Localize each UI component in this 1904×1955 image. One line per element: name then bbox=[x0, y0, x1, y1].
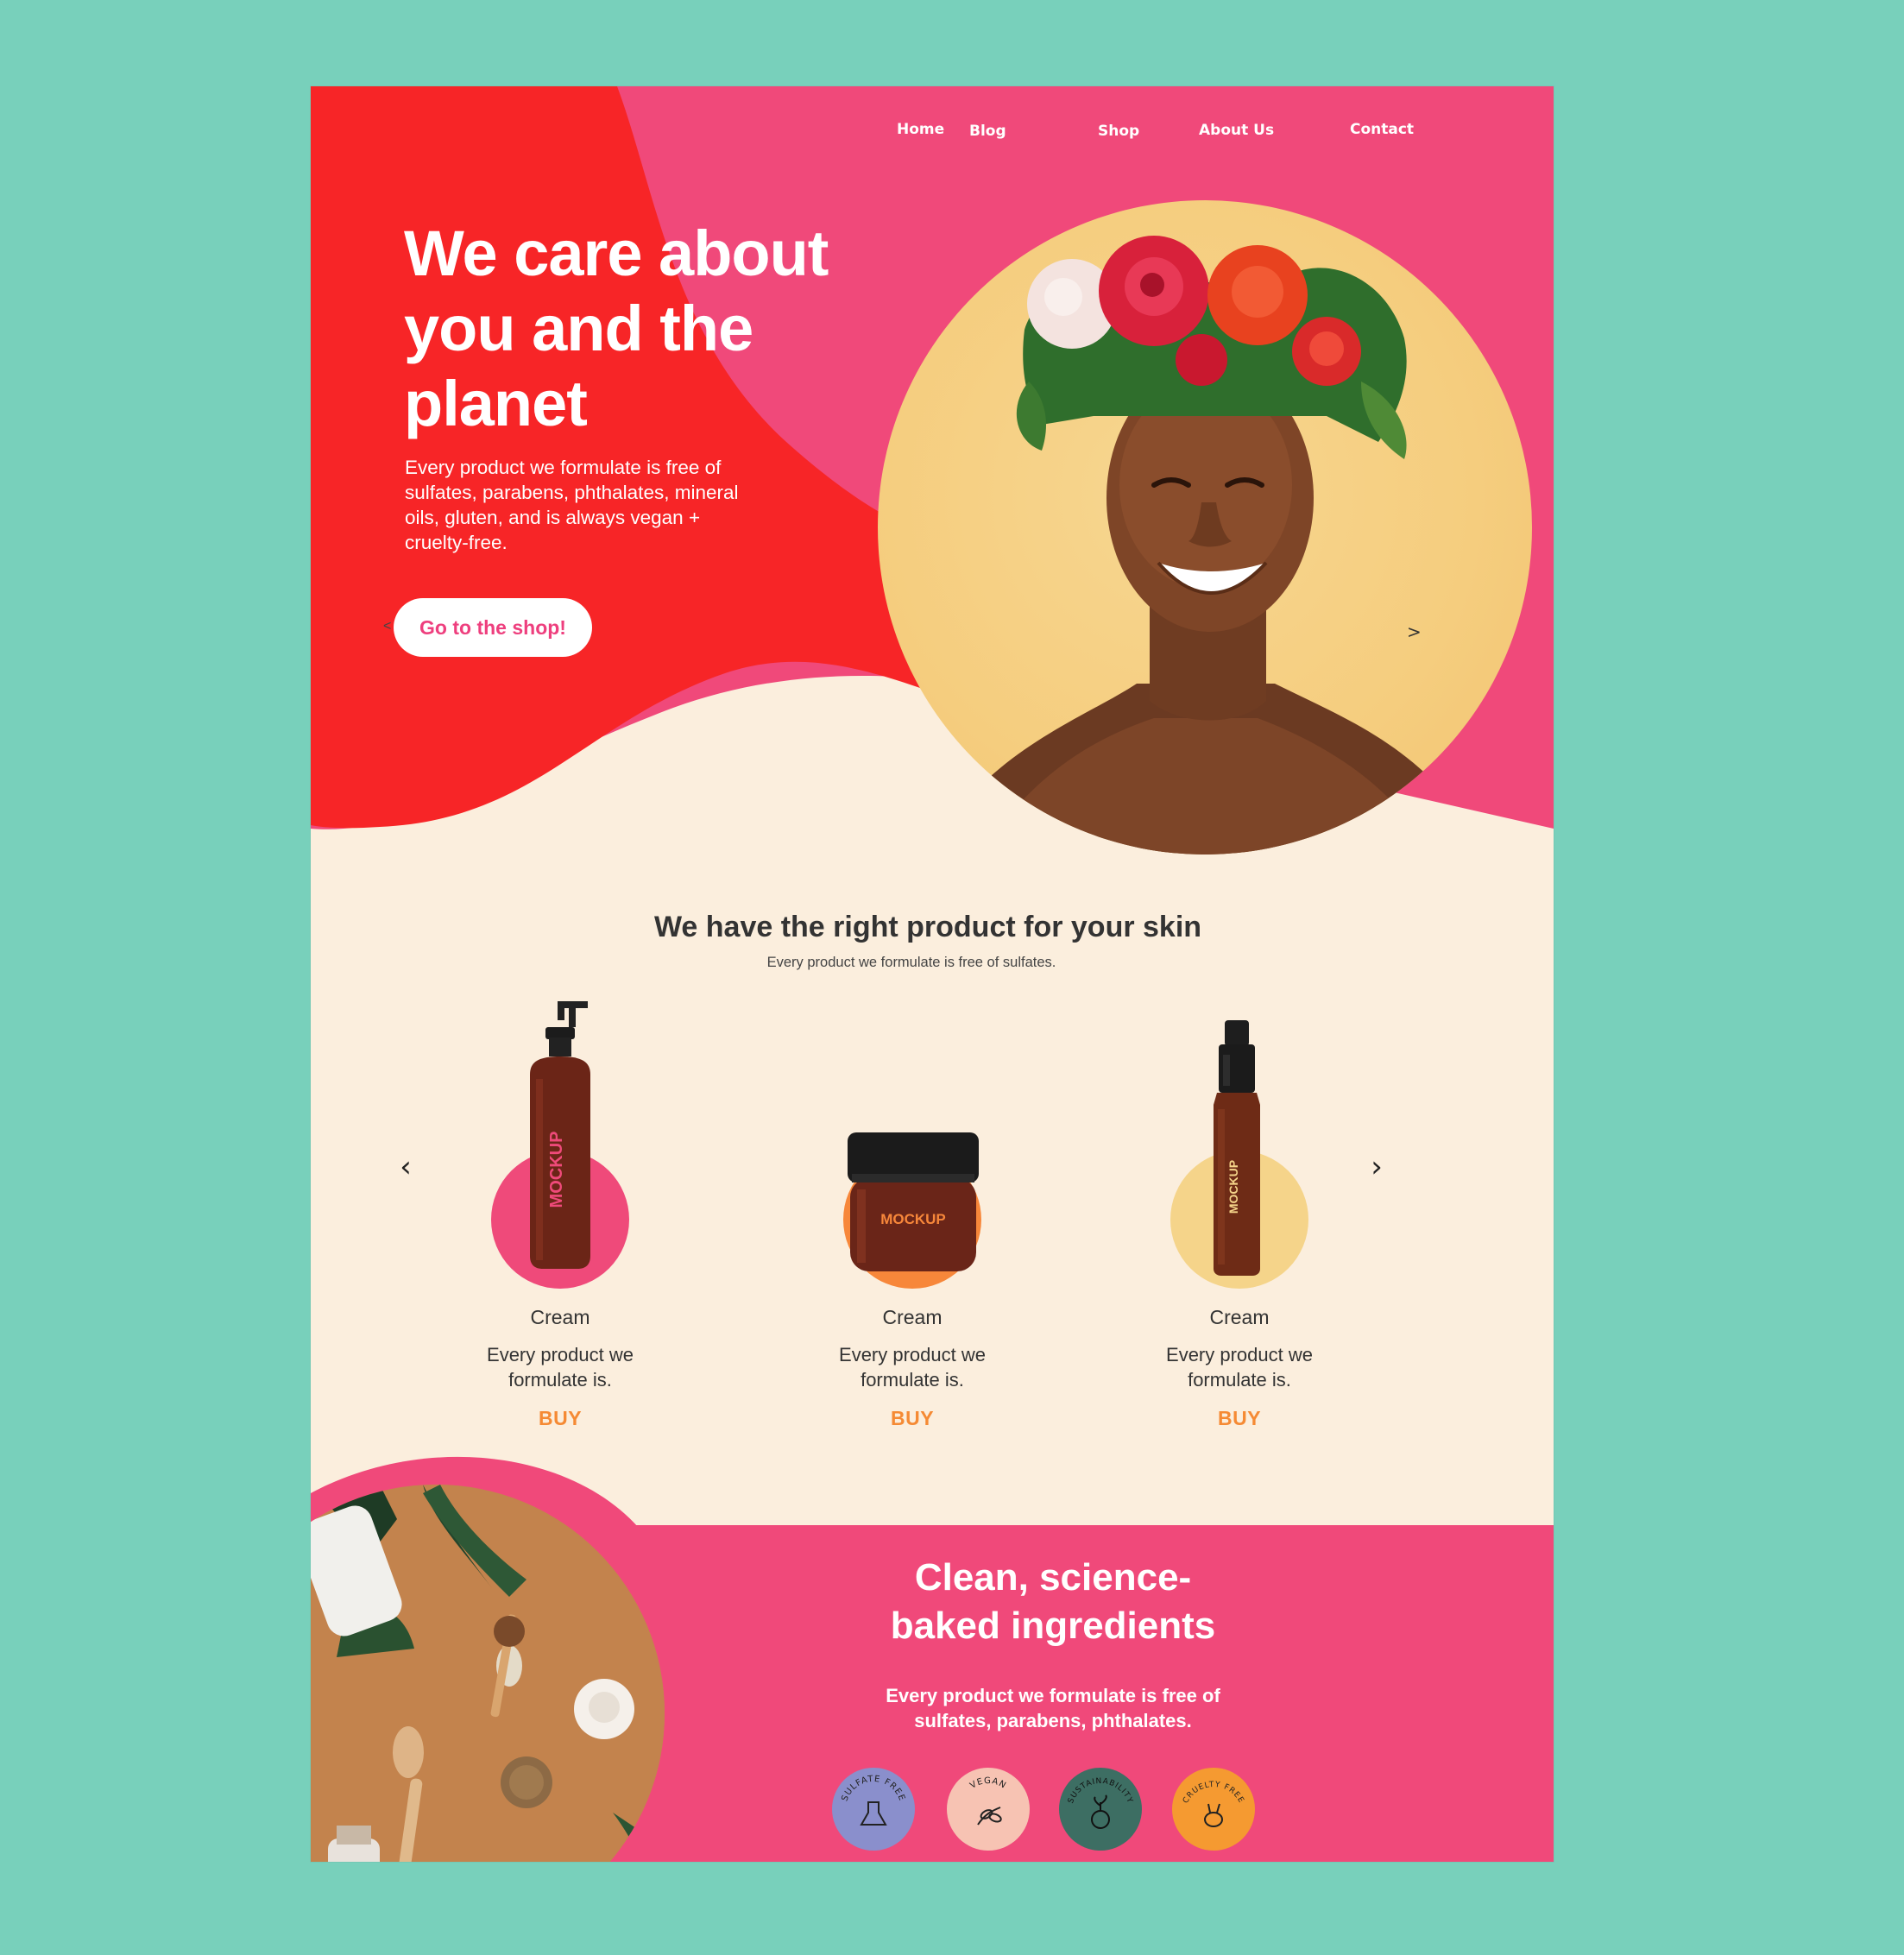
svg-text:SUSTAINABILITY: SUSTAINABILITY bbox=[1067, 1777, 1134, 1805]
badge-vegan: VEGAN bbox=[947, 1768, 1030, 1851]
buy-button[interactable]: BUY bbox=[1110, 1407, 1369, 1430]
rabbit-icon: CRUELTY FREE bbox=[1182, 1781, 1245, 1827]
ingredients-title: Clean, science- baked ingredients bbox=[889, 1554, 1217, 1650]
nav-blog[interactable]: Blog bbox=[969, 123, 1006, 140]
mockup-label: MOCKUP bbox=[880, 1211, 946, 1227]
go-to-shop-button[interactable]: Go to the shop! bbox=[394, 598, 592, 657]
svg-text:CRUELTY FREE: CRUELTY FREE bbox=[1182, 1781, 1245, 1805]
hero-title-line: you and the bbox=[404, 293, 753, 364]
badge-label: SULFATE FREE bbox=[841, 1775, 906, 1803]
nav-shop[interactable]: Shop bbox=[1098, 123, 1139, 140]
product-name: Cream bbox=[530, 1306, 590, 1328]
mockup-label: MOCKUP bbox=[547, 1132, 566, 1208]
flask-icon: SULFATE FREE bbox=[841, 1775, 907, 1826]
product-card: MOCKUP Cream Every product we formulate … bbox=[1110, 993, 1369, 1476]
products-title: We have the right product for your skin bbox=[311, 911, 1554, 944]
badge-label: VEGAN bbox=[968, 1776, 1007, 1791]
hero-next-arrow[interactable]: > bbox=[1407, 621, 1422, 642]
products-subtitle-text: Every product we formulate is free of su… bbox=[766, 955, 1056, 970]
hero-prev-arrow[interactable]: < bbox=[383, 619, 391, 634]
badge-cruelty-free: CRUELTY FREE bbox=[1172, 1768, 1255, 1851]
leaf-icon: VEGAN bbox=[968, 1776, 1008, 1826]
badge-label: SUSTAINABILITY bbox=[1067, 1777, 1133, 1805]
product-name: Cream bbox=[1209, 1306, 1270, 1328]
cream-jar-image: MOCKUP bbox=[848, 1132, 979, 1271]
product-description: Every product we formulate is. bbox=[839, 1344, 986, 1391]
badge-label: CRUELTY FREE bbox=[1182, 1781, 1245, 1805]
hero-portrait-image bbox=[878, 200, 1532, 855]
mockup-label: MOCKUP bbox=[1226, 1160, 1240, 1214]
main-nav: Home Blog Shop About Us Contact bbox=[311, 121, 1554, 155]
hero-title-line: We care about bbox=[404, 218, 829, 289]
badge-sustainability: SUSTAINABILITY bbox=[1059, 1768, 1142, 1851]
svg-text:VEGAN: VEGAN bbox=[968, 1776, 1008, 1791]
product-description: Every product we formulate is. bbox=[487, 1344, 634, 1391]
badge-sulfate-free: SULFATE FREE bbox=[832, 1768, 915, 1851]
hero-title: We care about you and the planet bbox=[404, 216, 922, 441]
ingredients-title-line: Clean, science- bbox=[914, 1556, 1192, 1599]
hero-title-line: planet bbox=[404, 368, 588, 439]
product-name: Cream bbox=[882, 1306, 943, 1328]
hero-description: Every product we formulate is free of su… bbox=[405, 457, 739, 553]
nav-about[interactable]: About Us bbox=[1199, 122, 1274, 139]
products-title-text: We have the right product for your skin bbox=[653, 911, 1202, 943]
product-card: MOCKUP Cream Every product we formulate … bbox=[431, 993, 690, 1476]
landing-page: Home Blog Shop About Us Contact We care … bbox=[311, 86, 1554, 1862]
pump-bottle-image: MOCKUP bbox=[530, 1001, 590, 1269]
svg-text:SULFATE FREE: SULFATE FREE bbox=[841, 1775, 907, 1803]
buy-button[interactable]: BUY bbox=[431, 1407, 690, 1430]
buy-button[interactable]: BUY bbox=[783, 1407, 1042, 1430]
portrait-illustration bbox=[930, 236, 1482, 855]
ingredients-title-line: baked ingredients bbox=[890, 1605, 1216, 1647]
product-description: Every product we formulate is. bbox=[1166, 1344, 1313, 1391]
nav-home[interactable]: Home bbox=[897, 121, 944, 138]
product-card: MOCKUP Cream Every product we formulate … bbox=[783, 993, 1042, 1476]
serum-bottle-image: MOCKUP bbox=[1214, 1020, 1260, 1276]
products-subtitle: Every product we formulate is free of su… bbox=[311, 955, 1554, 971]
plant-globe-icon: SUSTAINABILITY bbox=[1067, 1777, 1134, 1829]
ingredients-description: Every product we formulate is free of su… bbox=[886, 1685, 1220, 1731]
carousel-prev-button[interactable]: ‹ bbox=[388, 1150, 423, 1184]
nav-contact[interactable]: Contact bbox=[1350, 121, 1414, 138]
